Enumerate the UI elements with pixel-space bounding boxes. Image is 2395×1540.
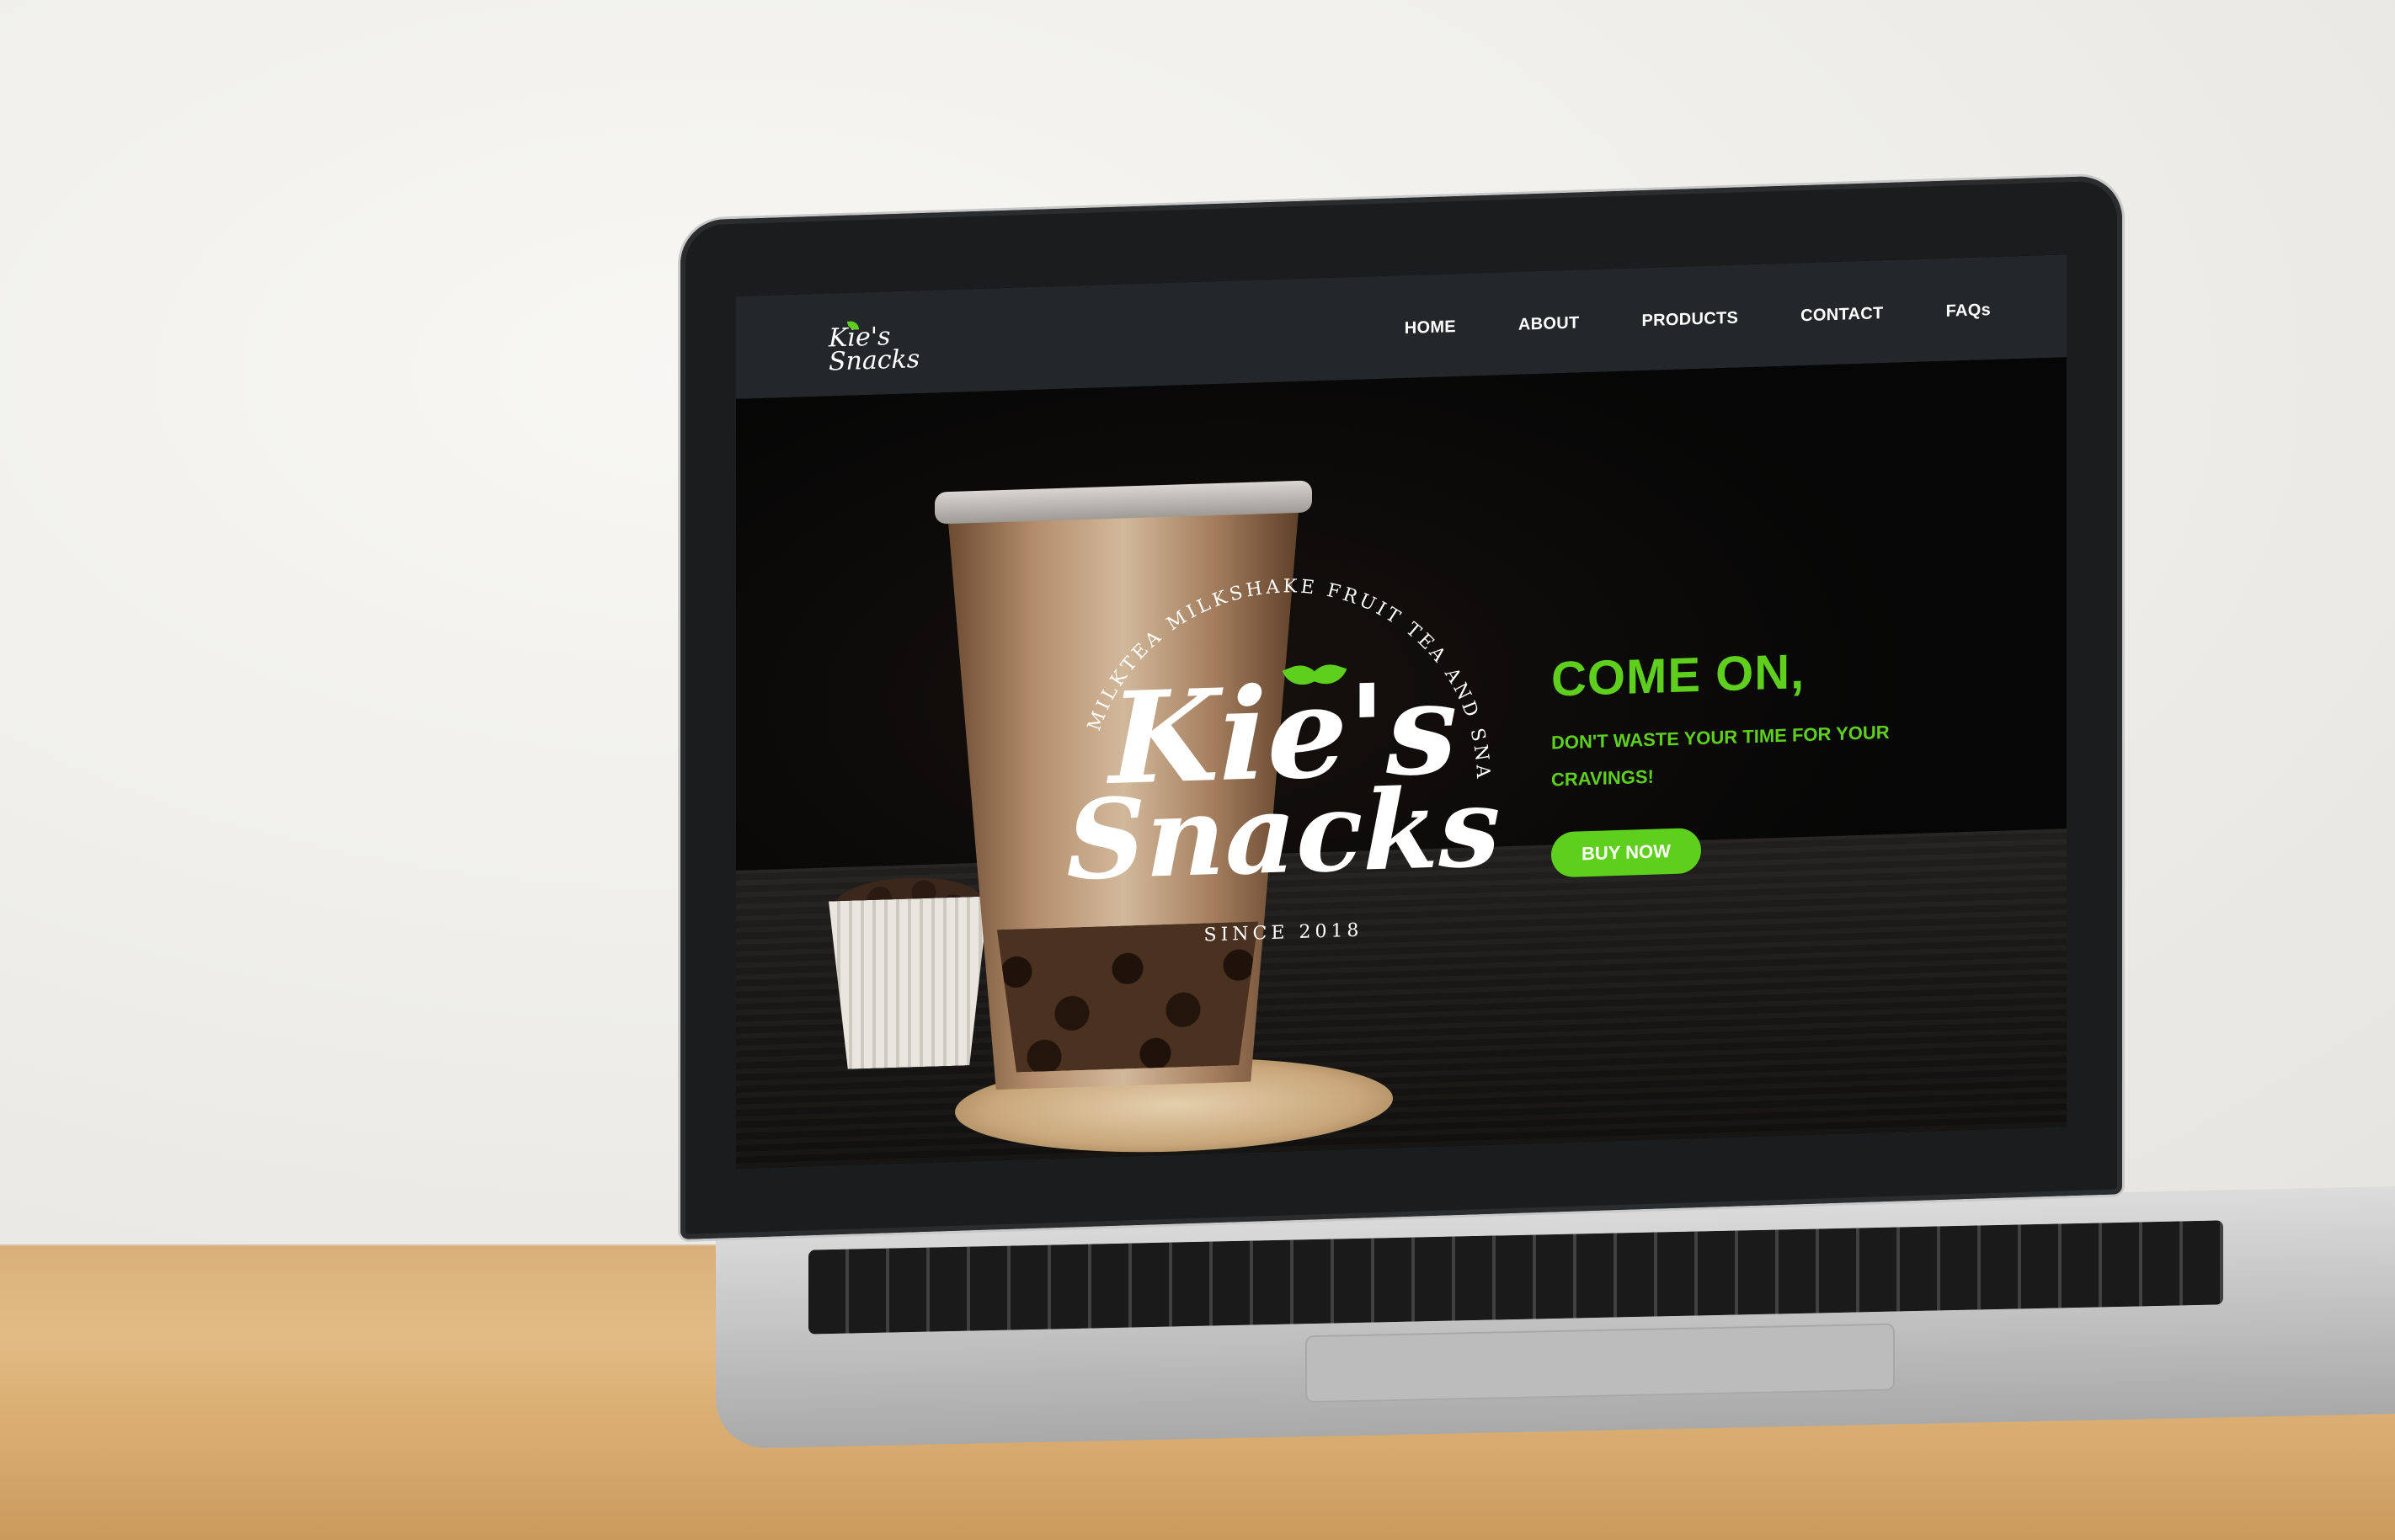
brand-name-line2: Snacks [1066,762,1501,905]
hero-section: MILKTEA MILKSHAKE FRUIT TEA AND SNACKS K… [736,357,2067,1169]
nav-products[interactable]: PRODUCTS [1642,309,1739,332]
nav-about[interactable]: ABOUT [1518,313,1580,334]
hero-cta: COME ON, DON'T WASTE YOUR TIME FOR YOUR … [1551,640,1905,878]
nav-faqs[interactable]: FAQs [1946,301,1991,322]
logo-line2: Snacks [829,344,920,377]
tapioca-bowl [829,896,989,1069]
buy-now-button[interactable]: BUY NOW [1551,827,1701,878]
laptop-keyboard [808,1220,2223,1335]
laptop-lid: Kie's Snacks HOME ABOUT PRODUCTS CONTACT… [680,175,2122,1239]
laptop-screen: Kie's Snacks HOME ABOUT PRODUCTS CONTACT… [736,254,2067,1169]
nav-home[interactable]: HOME [1405,317,1456,338]
hero-title: COME ON, [1551,644,1806,707]
laptop-trackpad [1305,1323,1895,1404]
main-nav: HOME ABOUT PRODUCTS CONTACT FAQs [1405,301,1991,338]
hero-subtitle: DON'T WASTE YOUR TIME FOR YOUR CRAVINGS! [1551,721,1890,791]
site-logo[interactable]: Kie's Snacks [829,321,920,377]
nav-contact[interactable]: CONTACT [1800,304,1883,326]
brand-emblem: MILKTEA MILKSHAKE FRUIT TEA AND SNACKS K… [1048,536,1511,1020]
